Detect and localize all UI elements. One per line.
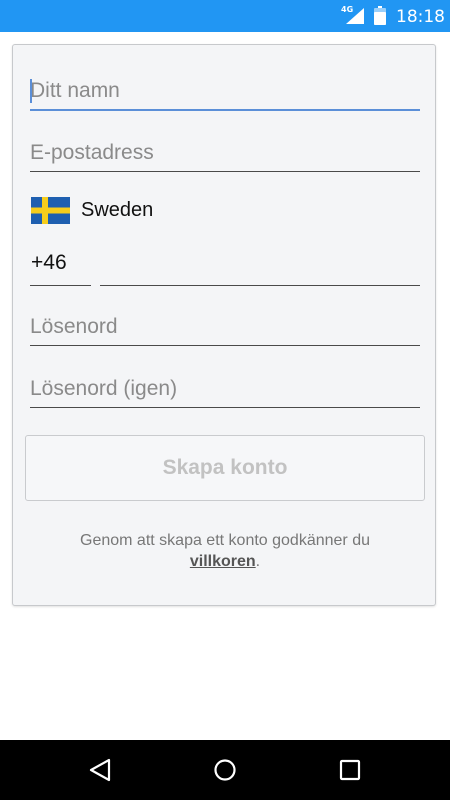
status-bar: 4G 18:18 [0,0,450,32]
terms-link[interactable]: villkoren [190,553,256,570]
password-field[interactable] [30,311,420,346]
name-field[interactable] [30,75,420,111]
country-name: Sweden [81,199,154,221]
password-input[interactable] [30,311,420,343]
email-field[interactable] [30,137,420,172]
home-circle-icon[interactable] [212,757,238,783]
signal-icon [346,8,364,24]
phone-field[interactable] [100,251,420,286]
recents-square-icon[interactable] [337,757,363,783]
password-confirm-field[interactable] [30,373,420,408]
email-input[interactable] [30,137,420,169]
back-triangle-icon[interactable] [87,757,113,783]
dial-code-field[interactable]: +46 [30,249,91,286]
navigation-bar [0,740,450,800]
dial-code: +46 [31,251,67,274]
phone-input[interactable] [100,251,420,283]
name-input[interactable] [30,75,420,107]
status-time: 18:18 [396,7,445,27]
terms-notice: Genom att skapa ett konto godkänner du v… [13,530,437,572]
text-cursor [30,79,32,103]
password-confirm-input[interactable] [30,373,420,405]
battery-icon [374,6,386,25]
create-account-button[interactable]: Skapa konto [25,435,425,501]
terms-period: . [255,553,261,570]
country-selector[interactable]: Sweden [31,195,331,227]
registration-card: Sweden +46 Skapa konto Genom att skapa e… [12,44,436,606]
sweden-flag-icon [31,197,70,224]
terms-text: Genom att skapa ett konto godkänner du [80,532,370,549]
